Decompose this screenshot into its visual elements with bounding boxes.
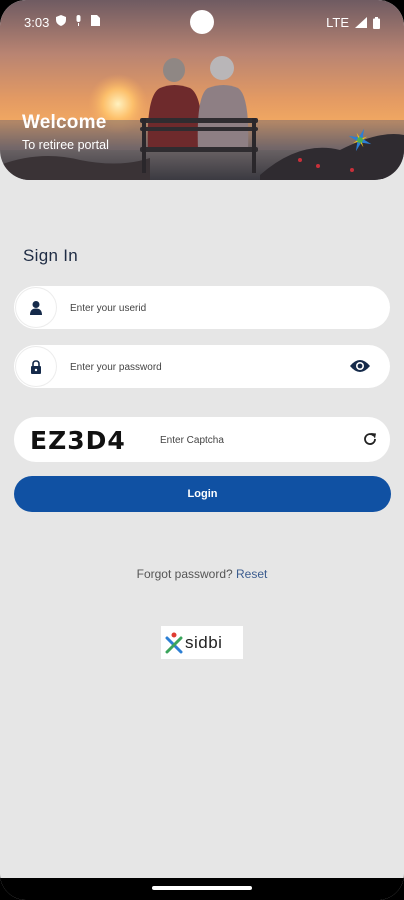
status-time: 3:03 bbox=[24, 15, 50, 30]
mic-icon bbox=[76, 15, 81, 26]
app-screen: 3:03 LTE Welcome To retiree portal Sign … bbox=[0, 0, 404, 900]
front-camera bbox=[190, 10, 214, 34]
forgot-password-row: Forgot password? Reset bbox=[0, 567, 404, 581]
user-icon bbox=[30, 300, 42, 315]
sidbi-star-logo bbox=[348, 128, 372, 152]
password-input[interactable] bbox=[68, 345, 342, 390]
hero-banner: 3:03 LTE Welcome To retiree portal bbox=[0, 0, 404, 180]
eye-icon[interactable] bbox=[350, 357, 370, 375]
captcha-code: EZ3D4 bbox=[30, 426, 126, 455]
forgot-password-text: Forgot password? bbox=[136, 567, 233, 581]
captcha-input[interactable] bbox=[158, 417, 342, 464]
signin-heading: Sign In bbox=[23, 246, 79, 265]
lock-icon bbox=[31, 359, 41, 374]
sidbi-logo-mark-icon bbox=[165, 632, 183, 653]
shield-icon bbox=[56, 15, 66, 26]
welcome-title: Welcome bbox=[22, 112, 107, 133]
network-type: LTE bbox=[326, 15, 349, 30]
battery-icon bbox=[373, 16, 380, 29]
userid-field[interactable] bbox=[14, 286, 390, 331]
userid-input[interactable] bbox=[68, 286, 342, 331]
reset-link[interactable]: Reset bbox=[236, 567, 267, 581]
sidbi-logo-text: sidbi bbox=[185, 632, 223, 652]
password-field[interactable] bbox=[14, 345, 390, 390]
login-button[interactable]: Login bbox=[14, 476, 391, 512]
sim-card-icon bbox=[91, 15, 100, 26]
sidbi-logo: sidbi bbox=[161, 626, 243, 659]
status-bar: 3:03 LTE bbox=[0, 0, 404, 44]
refresh-icon[interactable] bbox=[362, 431, 378, 447]
welcome-subtitle: To retiree portal bbox=[22, 138, 109, 152]
home-indicator[interactable] bbox=[152, 886, 252, 890]
signal-icon bbox=[355, 17, 367, 28]
captcha-box: EZ3D4 bbox=[14, 417, 390, 464]
